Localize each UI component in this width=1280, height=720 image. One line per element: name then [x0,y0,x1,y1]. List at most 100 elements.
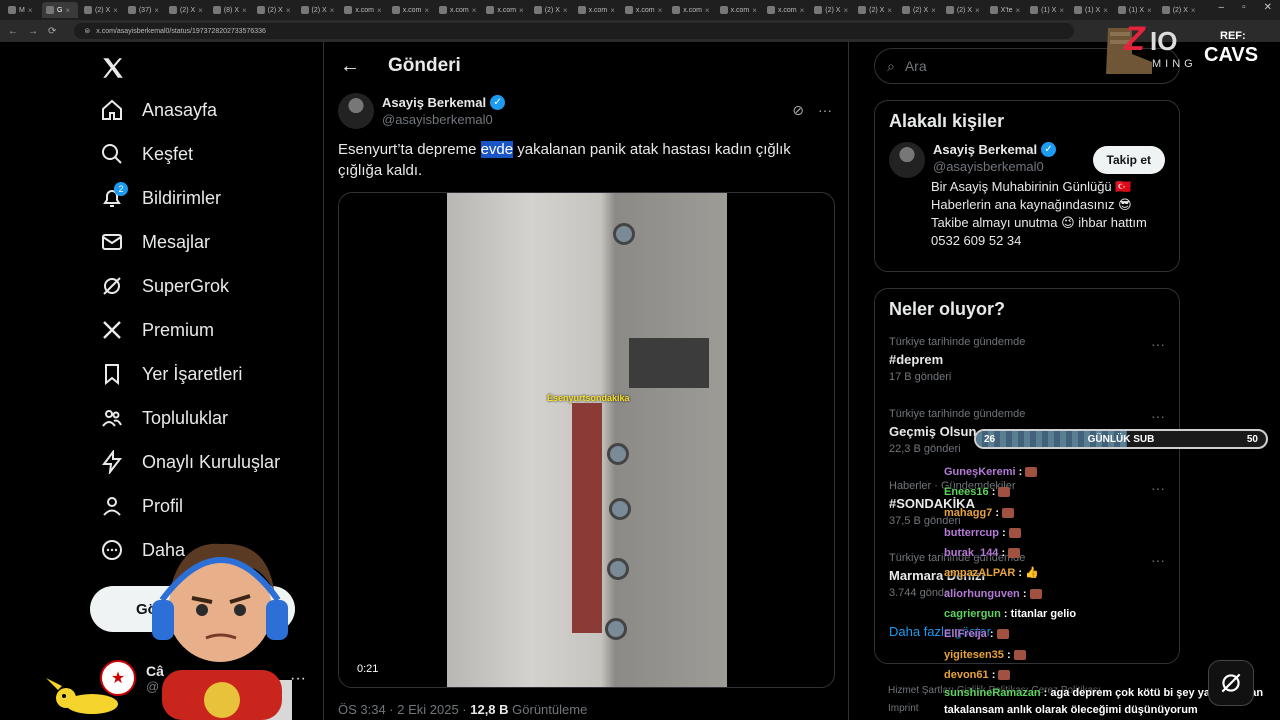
tab-close-icon[interactable]: × [113,6,118,15]
browser-tab[interactable]: X'te × [986,2,1025,18]
trend-more-icon[interactable]: ··· [1151,408,1165,424]
chat-username[interactable]: aliorhunguven [944,588,1020,600]
browser-tab[interactable]: x.com × [574,2,619,18]
browser-tab[interactable]: (2) X × [530,2,572,18]
browser-tab[interactable]: x.com × [668,2,713,18]
browser-tab[interactable]: (8) X × [209,2,251,18]
tab-close-icon[interactable]: × [1016,6,1021,15]
x-logo-icon[interactable] [88,48,138,88]
sidebar-item-mesajlar[interactable]: Mesajlar [88,220,318,264]
tab-close-icon[interactable]: × [705,6,710,15]
browser-tab[interactable]: (2) X × [898,2,940,18]
tweet-timestamp[interactable]: ÖS 3:34 · 2 Eki 2025 · [338,702,470,717]
sidebar-item-topluluklar[interactable]: Topluluklar [88,396,318,440]
minimize-icon[interactable]: – [1219,2,1225,13]
grok-float-icon[interactable] [1208,660,1254,706]
browser-tab[interactable]: (1) X × [1114,2,1156,18]
tab-close-icon[interactable]: × [975,6,980,15]
maximize-icon[interactable]: ▫ [1242,2,1246,13]
sidebar-item-premium[interactable]: Premium [88,308,318,352]
sidebar-item-bildirimler[interactable]: 2 Bildirimler [88,176,318,220]
trend-item[interactable]: Türkiye tarihinde gündemde #deprem 17 B gö… [875,330,1179,402]
browser-tab[interactable]: (2) X × [854,2,896,18]
site-info-icon[interactable]: ⊜ [84,27,90,35]
chat-username[interactable]: cagriergun [944,608,1001,620]
follow-button[interactable]: Takip et [1092,146,1165,174]
grok-icon[interactable]: ⊘ [792,102,804,119]
chat-username[interactable]: Enees16 [944,486,989,498]
browser-tab[interactable]: (2) X × [297,2,339,18]
author-handle[interactable]: @asayisberkemal0 [382,112,505,127]
browser-tab[interactable]: x.com × [763,2,808,18]
back-icon[interactable]: ← [8,26,18,37]
browser-tab[interactable]: (2) X × [942,2,984,18]
tab-close-icon[interactable]: × [658,6,663,15]
tab-close-icon[interactable]: × [519,6,524,15]
tab-close-icon[interactable]: × [1059,6,1064,15]
tab-close-icon[interactable]: × [242,6,247,15]
browser-tab[interactable]: (2) X × [1158,2,1200,18]
tab-close-icon[interactable]: × [931,6,936,15]
tab-close-icon[interactable]: × [1191,6,1196,15]
browser-tab[interactable]: M × [4,2,40,18]
chat-username[interactable]: butterrcup [944,527,999,539]
browser-tab[interactable]: (2) X × [253,2,295,18]
related-avatar[interactable] [889,142,925,178]
tab-close-icon[interactable]: × [377,6,382,15]
tab-close-icon[interactable]: × [752,6,757,15]
tab-close-icon[interactable]: × [563,6,568,15]
video-player[interactable]: Esenyurtsondakika 0:21 [338,192,835,688]
back-arrow-icon[interactable]: ← [340,55,360,78]
tab-close-icon[interactable]: × [472,6,477,15]
tab-close-icon[interactable]: × [330,6,335,15]
chat-username[interactable]: devon61 [944,669,989,681]
chat-username[interactable]: EllFreija [944,628,987,640]
tab-close-icon[interactable]: × [610,6,615,15]
browser-tab[interactable]: G × [42,2,78,18]
tab-close-icon[interactable]: × [424,6,429,15]
chat-username[interactable]: burak_144 [944,547,998,559]
browser-tab[interactable]: (1) X × [1026,2,1068,18]
sidebar-item-ke-fet[interactable]: Keşfet [88,132,318,176]
sidebar-item-supergrok[interactable]: SuperGrok [88,264,318,308]
trend-more-icon[interactable]: ··· [1151,336,1165,352]
browser-tab[interactable]: x.com × [621,2,666,18]
chat-username[interactable]: sunshineRamazan [944,687,1041,699]
browser-tab[interactable]: x.com × [716,2,761,18]
related-person[interactable]: Asayiş Berkemal ✓ @asayisberkemal0 Takip… [875,142,1179,262]
more-options-icon[interactable]: ··· [818,102,832,119]
browser-tab[interactable]: (1) X × [1070,2,1112,18]
chat-username[interactable]: yigitesen35 [944,649,1004,661]
tab-close-icon[interactable]: × [198,6,203,15]
browser-tab[interactable]: x.com × [388,2,433,18]
author-name-row[interactable]: Asayiş Berkemal ✓ [382,95,506,110]
forward-icon[interactable]: → [28,26,38,37]
browser-tab[interactable]: x.com × [482,2,527,18]
browser-tab[interactable]: x.com × [435,2,480,18]
close-icon[interactable]: ✕ [1264,2,1272,13]
tab-close-icon[interactable]: × [843,6,848,15]
tab-close-icon[interactable]: × [800,6,805,15]
chat-username[interactable]: ampazALPAR [944,567,1015,579]
tab-close-icon[interactable]: × [154,6,159,15]
tab-close-icon[interactable]: × [887,6,892,15]
sidebar-item-onayl-kurulu-lar[interactable]: Onaylı Kuruluşlar [88,440,318,484]
url-field[interactable]: ⊜ x.com/asayisberkemal0/status/197372820… [74,23,1075,39]
sidebar-item-anasayfa[interactable]: Anasayfa [88,88,318,132]
chat-username[interactable]: GuneşKeremi [944,466,1016,478]
sidebar-item-yer-i-aretleri[interactable]: Yer İşaretleri [88,352,318,396]
browser-tab[interactable]: (2) X × [165,2,207,18]
tab-close-icon[interactable]: × [28,6,33,15]
browser-tab[interactable]: x.com × [340,2,385,18]
browser-tab[interactable]: (2) X × [80,2,122,18]
tab-close-icon[interactable]: × [286,6,291,15]
author-avatar[interactable] [338,93,374,129]
browser-tab[interactable]: (2) X × [810,2,852,18]
tab-close-icon[interactable]: × [1147,6,1152,15]
tab-close-icon[interactable]: × [1103,6,1108,15]
video-frame[interactable]: Esenyurtsondakika [447,193,727,687]
chat-username[interactable]: mahagg7 [944,507,992,519]
tab-close-icon[interactable]: × [65,6,70,15]
reload-icon[interactable]: ⟳ [48,26,56,37]
browser-tab[interactable]: (37) × [124,2,163,18]
